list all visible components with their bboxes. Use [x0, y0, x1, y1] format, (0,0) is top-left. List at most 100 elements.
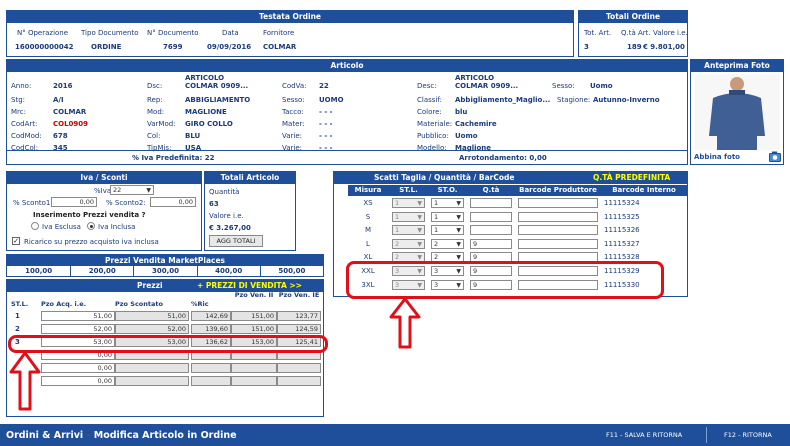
- articolo-label: Materiale:: [417, 120, 453, 128]
- misura-label: M: [364, 226, 372, 235]
- prezzi-cell-input[interactable]: 0,00: [41, 376, 115, 386]
- scatti-row: XS 1 ▼ 1 ▼ 11115324: [348, 198, 688, 210]
- sto-select[interactable]: 1 ▼: [431, 198, 464, 208]
- ricarico-checkbox[interactable]: ✓: [12, 237, 20, 245]
- marketplaces-panel: Prezzi Vendita MarketPlaces 100,00 200,00…: [6, 254, 324, 277]
- articolo-label: Mrc:: [11, 108, 26, 116]
- articolo-value: GIRO COLLO: [185, 120, 233, 128]
- articolo-value: 2016: [53, 82, 73, 90]
- testata-ordine-title: Testata Ordine: [7, 11, 573, 23]
- iva-inclusa-radio[interactable]: [87, 222, 95, 230]
- prezzi-cell-input[interactable]: 0,00: [41, 363, 115, 373]
- barcode-produttore-input[interactable]: [518, 211, 598, 222]
- prezzi-cell-input[interactable]: [115, 363, 189, 373]
- prezzi-cell-input[interactable]: 142,69: [191, 311, 231, 321]
- value-fornitore: COLMAR: [263, 43, 297, 51]
- scatti-row: S 1 ▼ 1 ▼ 11115325: [348, 211, 688, 224]
- sto-select[interactable]: 1 ▼: [431, 211, 464, 222]
- sto-select[interactable]: 2 ▼: [431, 238, 464, 249]
- scatti-header-cell: Q.tà: [482, 186, 500, 194]
- agg-totali-button[interactable]: AGG TOTALI: [209, 235, 263, 247]
- prezzi-cell-input[interactable]: [231, 363, 277, 373]
- barcode-interno: 11115327: [604, 239, 640, 248]
- prezzi-cell-input[interactable]: 151,00: [231, 311, 277, 321]
- prezzi-cell-input[interactable]: [191, 376, 231, 386]
- articolo-value: - - -: [319, 132, 333, 140]
- prezzi-cell-input[interactable]: 51,00: [115, 311, 189, 321]
- prezzi-header-cell: ST.L.: [11, 300, 29, 308]
- prezzi-cell-input[interactable]: 52,00: [41, 324, 115, 334]
- prezzi-row: 1 51,00 51,00 142,69 151,00 123,77: [7, 311, 323, 323]
- qta-input[interactable]: [470, 198, 512, 208]
- iva-esclusa-radio[interactable]: [31, 222, 39, 230]
- articolo-label: Mod:: [147, 108, 165, 116]
- prezzi-cell-input[interactable]: 124,59: [277, 324, 321, 334]
- barcode-produttore-input[interactable]: [518, 225, 598, 236]
- iva-select[interactable]: 22 ▼: [110, 185, 154, 195]
- totali-ordine-panel: Totali Ordine Tot. Art. Q.tà Art. Valore…: [578, 10, 688, 57]
- marketplace-price: 400,00: [196, 266, 260, 277]
- iva-predefinita: % Iva Predefinita: 22: [132, 154, 215, 162]
- select-value: 1: [395, 226, 400, 235]
- iva-sconti-title: Iva / Sconti: [7, 172, 201, 184]
- prezzi-cell-input[interactable]: [191, 363, 231, 373]
- prezzi-cell-input[interactable]: [277, 363, 321, 373]
- prezzi-row: 0,00: [7, 363, 323, 375]
- stl-select[interactable]: 1 ▼: [392, 225, 425, 236]
- scatti-header-cell: Barcode Produttore: [519, 186, 597, 194]
- value-qta-art: 189: [627, 43, 642, 51]
- f11-salva-button[interactable]: F11 - SALVA E RITORNA: [606, 431, 682, 439]
- label-sconto2: % Sconto2:: [106, 199, 146, 207]
- qta-input[interactable]: 9: [470, 238, 512, 249]
- prezzi-cell-input[interactable]: [277, 376, 321, 386]
- prezzi-cell-input[interactable]: 51,00: [41, 311, 115, 321]
- value-data: 09/09/2016: [207, 43, 252, 51]
- qta-input[interactable]: [470, 211, 512, 222]
- prezzi-cell-input[interactable]: [115, 376, 189, 386]
- articolo-value: MAGLIONE: [185, 108, 227, 116]
- scatti-title: Scatti Taglia / Quantità / BarCode: [374, 173, 515, 182]
- footer-title-app: Ordini & Arrivi: [6, 430, 84, 441]
- f12-ritorna-button[interactable]: F12 - RITORNA: [724, 431, 772, 439]
- qta-input[interactable]: [470, 225, 512, 236]
- scatti-header-cell: ST.O.: [437, 186, 458, 194]
- prezzi-cell-input[interactable]: 139,60: [191, 324, 231, 334]
- marketplace-price: 200,00: [70, 266, 133, 277]
- barcode-produttore-input[interactable]: [518, 198, 598, 208]
- scatti-header-cell: Barcode Interno: [612, 186, 676, 194]
- articolo-label: Classif:: [417, 96, 442, 104]
- qta-predefinita-button[interactable]: Q.TÀ PREDEFINITA: [589, 172, 675, 184]
- footer-bar: Ordini & Arrivi - Modifica Articolo in O…: [0, 424, 790, 446]
- value-valore-ie: € 9.801,00: [643, 43, 685, 51]
- marketplace-price: 300,00: [133, 266, 196, 277]
- articolo-value: COLMAR: [53, 108, 87, 116]
- prezzi-cell-input[interactable]: 123,77: [277, 311, 321, 321]
- misura-label: S: [365, 212, 371, 221]
- abbina-foto-link[interactable]: Abbina foto: [694, 153, 740, 161]
- sconto1-input[interactable]: 0,00: [51, 197, 97, 207]
- stl-select[interactable]: 1 ▼: [392, 198, 425, 208]
- label-tot-art: Tot. Art.: [584, 29, 612, 37]
- prezzi-stl: 2: [15, 325, 20, 333]
- articolo-value: blu: [455, 108, 468, 116]
- chevron-down-icon: ▼: [417, 227, 422, 235]
- sconto2-input[interactable]: 0,00: [150, 197, 196, 207]
- totali-articolo-panel: Totali Articolo Quantità 63 Valore i.e. …: [204, 171, 296, 251]
- totali-ordine-title: Totali Ordine: [579, 11, 687, 23]
- footer-divider: [706, 427, 707, 443]
- chevron-down-icon: ▼: [417, 200, 422, 207]
- barcode-produttore-input[interactable]: [518, 238, 598, 249]
- prezzi-cell-input[interactable]: [231, 376, 277, 386]
- camera-icon[interactable]: [769, 151, 781, 162]
- articolo-label: Anno:: [11, 82, 32, 90]
- stl-select[interactable]: 1 ▼: [392, 211, 425, 222]
- stl-select[interactable]: 2 ▼: [392, 238, 425, 249]
- label-stagione: Stagione:: [557, 96, 591, 104]
- prezzi-header-cell: %Ric: [191, 300, 209, 308]
- value-sesso-right: Uomo: [590, 82, 613, 90]
- sto-select[interactable]: 1 ▼: [431, 225, 464, 236]
- prezzi-cell-input[interactable]: 52,00: [115, 324, 189, 334]
- marketplace-price: 100,00: [25, 267, 53, 275]
- marketplaces-title: Prezzi Vendita MarketPlaces: [7, 255, 323, 266]
- prezzi-cell-input[interactable]: 151,00: [231, 324, 277, 334]
